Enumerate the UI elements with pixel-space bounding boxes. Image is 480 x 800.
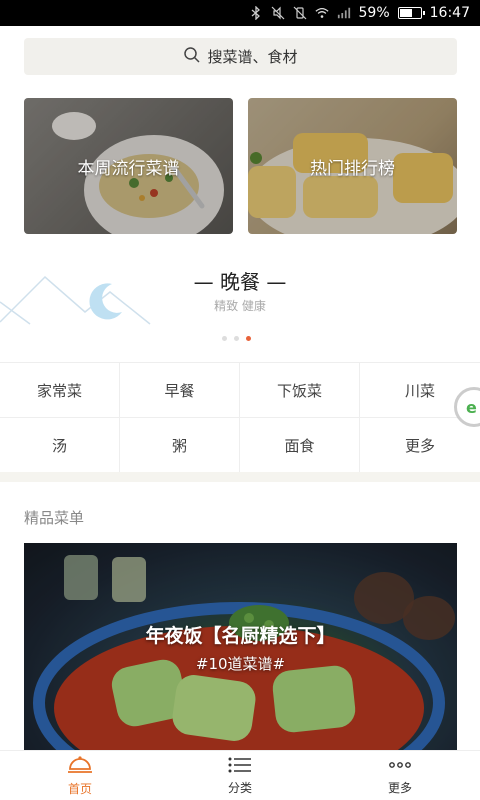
weekly-popular-label: 本周流行菜谱 <box>77 159 180 179</box>
carousel-dots[interactable] <box>222 336 251 341</box>
vibrate-off-icon <box>293 6 307 20</box>
cloche-icon <box>67 755 93 778</box>
category-rice-dishes[interactable]: 下饭菜 <box>240 363 360 418</box>
carousel-dot[interactable] <box>234 336 239 341</box>
tab-category-label: 分类 <box>227 780 252 795</box>
section-title: 精品菜单 <box>24 509 85 527</box>
featured-title: 年夜饭【名厨精选下】 <box>145 625 336 647</box>
carousel-dot-active[interactable] <box>246 336 251 341</box>
bluetooth-icon <box>249 6 263 20</box>
featured-menu-card[interactable]: 年夜饭【名厨精选下】 #10道菜谱# <box>24 543 457 753</box>
category-grid: 家常菜 早餐 下饭菜 川菜 汤 粥 面食 更多 <box>0 362 480 473</box>
category-soup[interactable]: 汤 <box>0 418 120 473</box>
tab-more[interactable]: 更多 <box>320 751 480 800</box>
battery-icon <box>397 7 425 19</box>
section-divider <box>0 472 480 482</box>
signal-icon <box>337 6 351 20</box>
featured-subtitle: #10道菜谱# <box>195 655 286 673</box>
meal-title: — 晚餐 — <box>193 270 287 294</box>
category-breakfast[interactable]: 早餐 <box>120 363 240 418</box>
list-icon <box>228 756 252 777</box>
category-more[interactable]: 更多 <box>360 418 480 473</box>
tab-home-label: 首页 <box>67 781 92 796</box>
status-time: 16:47 <box>429 5 470 21</box>
search-bar[interactable]: 搜菜谱、食材 <box>24 38 457 75</box>
category-noodles[interactable]: 面食 <box>240 418 360 473</box>
carousel-dot[interactable] <box>222 336 227 341</box>
tab-home[interactable]: 首页 <box>0 751 160 800</box>
e-logo-icon: e <box>466 397 477 417</box>
hot-ranking-label: 热门排行榜 <box>310 159 395 179</box>
tab-more-label: 更多 <box>387 780 412 795</box>
mute-icon <box>271 6 285 20</box>
more-dots-icon <box>388 756 412 777</box>
wifi-icon <box>314 6 329 20</box>
tab-category[interactable]: 分类 <box>160 751 320 800</box>
search-placeholder: 搜菜谱、食材 <box>207 48 298 66</box>
hot-ranking-card[interactable]: 热门排行榜 <box>248 98 457 234</box>
meal-subtitle: 精致 健康 <box>214 299 266 313</box>
category-home-cooking[interactable]: 家常菜 <box>0 363 120 418</box>
bottom-tab-bar: 首页 分类 更多 <box>0 750 480 800</box>
status-bar: 59% 16:47 <box>0 0 480 26</box>
search-icon <box>183 46 201 68</box>
category-porridge[interactable]: 粥 <box>120 418 240 473</box>
weekly-popular-card[interactable]: 本周流行菜谱 <box>24 98 233 234</box>
battery-percent: 59% <box>358 5 390 21</box>
